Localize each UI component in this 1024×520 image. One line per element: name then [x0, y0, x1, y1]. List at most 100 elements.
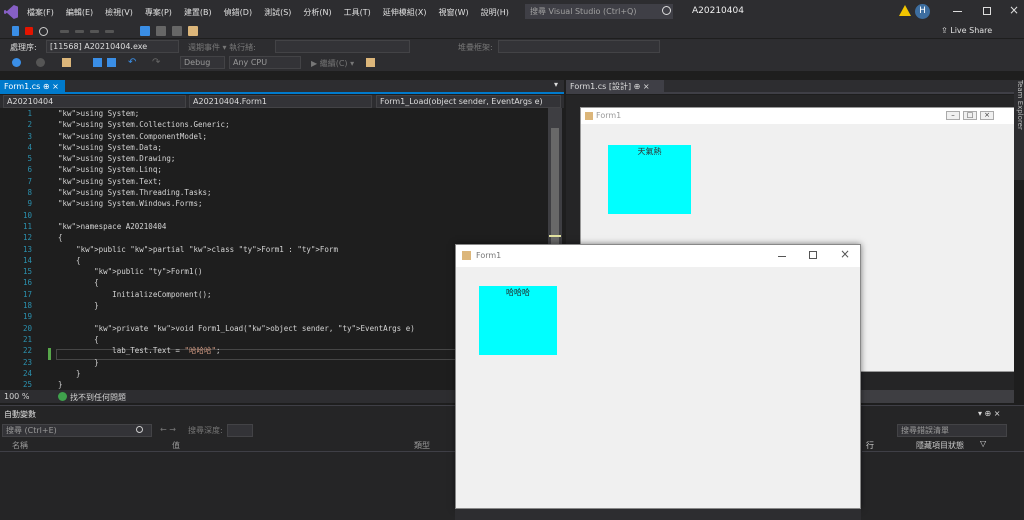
- status-text[interactable]: 找不到任何問題: [70, 392, 126, 403]
- step-over-icon[interactable]: [90, 29, 99, 33]
- toolbar-icon-c[interactable]: [172, 26, 182, 36]
- code-line[interactable]: 14 {: [0, 255, 415, 266]
- stop-icon[interactable]: [25, 27, 33, 35]
- menu-item[interactable]: 延伸模組(X): [383, 7, 427, 18]
- col-line[interactable]: 行: [866, 440, 874, 451]
- save-icon[interactable]: [93, 58, 102, 67]
- nav-forward-icon[interactable]: [36, 58, 45, 67]
- code-line[interactable]: 13 "kw">public "kw">partial "kw">class "…: [0, 244, 415, 255]
- code-line[interactable]: 25}: [0, 379, 415, 390]
- runtime-label: 哈哈哈: [479, 286, 557, 355]
- restart-icon[interactable]: [39, 26, 48, 36]
- nav-class-label: A20210404.Form1: [193, 97, 267, 106]
- menu-item[interactable]: 工具(T): [344, 7, 371, 18]
- process-select[interactable]: [11568] A20210404.exe: [46, 40, 179, 53]
- thread-select[interactable]: [275, 40, 410, 53]
- line-text: "kw">private "kw">void Form1_Load("kw">o…: [94, 323, 415, 333]
- nav-member-select[interactable]: Form1_Load(object sender, EventArgs e): [376, 95, 561, 108]
- locals-nav[interactable]: ← →: [160, 425, 176, 434]
- redo-icon[interactable]: ↷: [152, 57, 160, 68]
- menu-item[interactable]: 測試(S): [264, 7, 291, 18]
- menu-item[interactable]: 檢視(V): [105, 7, 133, 18]
- code-line[interactable]: 2 "kw">using System.Collections.Generic;: [0, 119, 415, 130]
- code-line[interactable]: 1 "kw">using System;: [0, 108, 415, 119]
- errors-pin-icon[interactable]: ▾ ⊕ ×: [978, 409, 1001, 418]
- menu-item[interactable]: 建置(B): [184, 7, 212, 18]
- tab-form1-design[interactable]: Form1.cs [設計] ⊕ ×: [566, 80, 664, 94]
- locals-search-placeholder: 搜尋 (Ctrl+E): [6, 426, 57, 435]
- code-line[interactable]: 12 {: [0, 232, 415, 243]
- code-line[interactable]: 21 {: [0, 334, 415, 345]
- designer-label[interactable]: 天氣熱: [608, 145, 691, 214]
- toolbar-icon-d[interactable]: [188, 26, 198, 36]
- col-type[interactable]: 類型: [414, 440, 430, 451]
- code-line[interactable]: 15 "kw">public "ty">Form1(): [0, 266, 415, 277]
- runtime-maximize-button[interactable]: [809, 251, 817, 259]
- code-line[interactable]: 5 "kw">using System.Drawing;: [0, 153, 415, 164]
- code-line[interactable]: 4 "kw">using System.Data;: [0, 142, 415, 153]
- errors-search[interactable]: 搜尋錯誤清單: [897, 424, 1007, 437]
- undo-icon[interactable]: ↶: [128, 57, 136, 68]
- debug-toolbar: [0, 24, 1024, 38]
- scroll-thumb[interactable]: [551, 128, 559, 248]
- code-line[interactable]: 7 "kw">using System.Text;: [0, 176, 415, 187]
- code-line[interactable]: 10: [0, 210, 415, 221]
- toolbar-icon-e[interactable]: [366, 58, 375, 67]
- user-avatar[interactable]: H: [915, 4, 930, 19]
- runtime-minimize-button[interactable]: [778, 256, 786, 257]
- pause-icon[interactable]: [12, 26, 19, 36]
- stack-select[interactable]: [498, 40, 660, 53]
- close-button[interactable]: ×: [1009, 3, 1019, 17]
- col-suppression[interactable]: 隱藏項目狀態: [916, 440, 964, 451]
- nav-back-icon[interactable]: [12, 58, 21, 67]
- menu-item[interactable]: 分析(N): [303, 7, 331, 18]
- runtime-label-text: 哈哈哈: [506, 288, 530, 297]
- restore-button[interactable]: [983, 7, 991, 15]
- filter-icon[interactable]: ▽: [980, 439, 986, 448]
- tab-form1-cs[interactable]: Form1.cs ⊕ ×: [0, 80, 65, 94]
- depth-select[interactable]: [227, 424, 253, 437]
- warning-icon[interactable]: [899, 5, 911, 16]
- config-select[interactable]: Debug: [180, 56, 225, 69]
- live-share-button[interactable]: ⇪ Live Share: [941, 26, 992, 35]
- code-line[interactable]: 16 {: [0, 277, 415, 288]
- menu-item[interactable]: 說明(H): [481, 7, 509, 18]
- step-out-icon[interactable]: [105, 29, 114, 33]
- code-line[interactable]: 17 InitializeComponent();: [0, 289, 415, 300]
- minimize-button[interactable]: [953, 11, 962, 12]
- code-line[interactable]: 19: [0, 311, 415, 322]
- code-line[interactable]: 3 "kw">using System.ComponentModel;: [0, 131, 415, 142]
- col-name[interactable]: 名稱: [12, 440, 28, 451]
- code-line[interactable]: 22 lab_Test.Text = "哈哈哈";: [0, 345, 415, 356]
- code-line[interactable]: 18 }: [0, 300, 415, 311]
- menu-item[interactable]: 編輯(E): [66, 7, 93, 18]
- menu-item[interactable]: 視窗(W): [439, 7, 469, 18]
- zoom-level[interactable]: 100 %: [4, 392, 29, 401]
- code-line[interactable]: 6 "kw">using System.Linq;: [0, 164, 415, 175]
- toolbar-icon-b[interactable]: [156, 26, 166, 36]
- menu-item[interactable]: 檔案(F): [27, 7, 54, 18]
- code-line[interactable]: 9 "kw">using System.Windows.Forms;: [0, 198, 415, 209]
- platform-select[interactable]: Any CPU: [229, 56, 301, 69]
- search-input[interactable]: 搜尋 Visual Studio (Ctrl+Q): [525, 4, 673, 19]
- save-all-icon[interactable]: [107, 58, 116, 67]
- col-value[interactable]: 值: [172, 440, 180, 451]
- code-line[interactable]: 8 "kw">using System.Threading.Tasks;: [0, 187, 415, 198]
- menu-item[interactable]: 偵錯(D): [224, 7, 252, 18]
- code-line[interactable]: 11 "kw">namespace A20210404: [0, 221, 415, 232]
- code-line[interactable]: 24 }: [0, 368, 415, 379]
- step-icon[interactable]: [60, 29, 69, 33]
- nav-class-select[interactable]: A20210404.Form1: [189, 95, 372, 108]
- team-explorer-tab[interactable]: Team Explorer: [1014, 80, 1024, 180]
- continue-button[interactable]: ▶ 繼續(C) ▾: [311, 58, 354, 69]
- menu-item[interactable]: 專案(P): [145, 7, 172, 18]
- tab-dropdown-icon[interactable]: ▾: [554, 80, 558, 89]
- code-line[interactable]: 20 "kw">private "kw">void Form1_Load("kw…: [0, 323, 415, 334]
- nav-project-select[interactable]: A20210404: [3, 95, 186, 108]
- step-into-icon[interactable]: [75, 29, 84, 33]
- code-line[interactable]: 23 }: [0, 357, 415, 368]
- new-project-icon[interactable]: [62, 58, 71, 67]
- locals-search[interactable]: 搜尋 (Ctrl+E): [2, 424, 152, 437]
- runtime-close-button[interactable]: ×: [840, 247, 850, 261]
- toolbar-icon-a[interactable]: [140, 26, 150, 36]
